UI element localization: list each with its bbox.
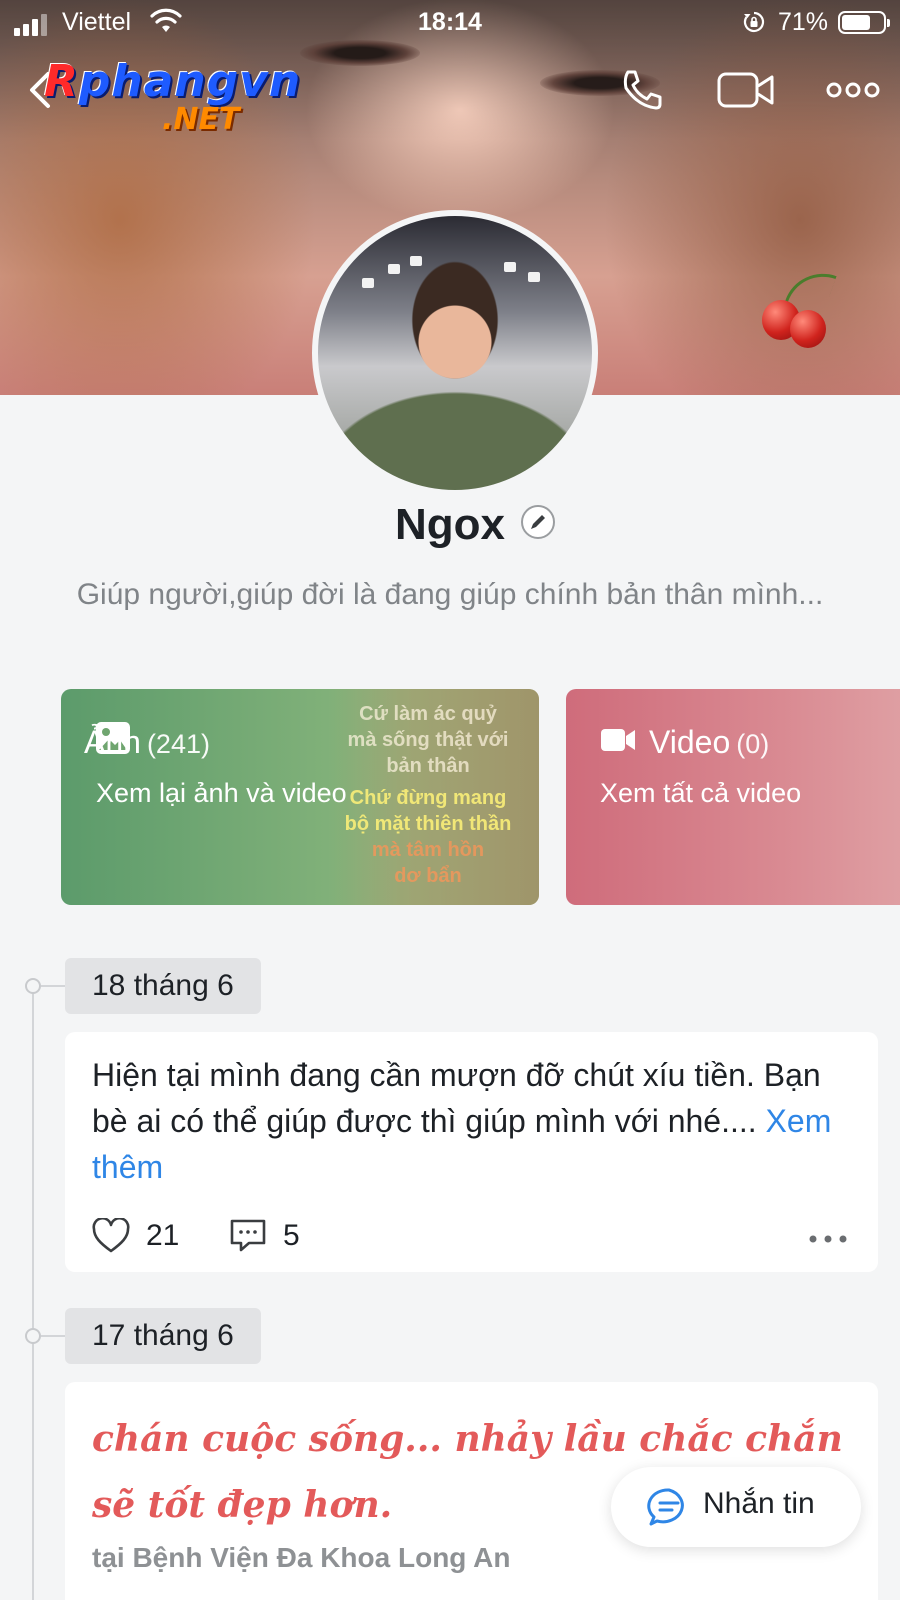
comment-button[interactable]: 5: [229, 1218, 300, 1254]
heart-icon: [92, 1218, 130, 1253]
timeline-dot: [25, 978, 41, 994]
post-location[interactable]: tại Bệnh Viện Đa Khoa Long An: [92, 1542, 510, 1574]
timeline-connector: [41, 1335, 65, 1337]
phone-icon[interactable]: [618, 66, 666, 114]
comment-count: 5: [283, 1219, 300, 1252]
watermark-main: Rphangvn: [44, 56, 302, 107]
timeline-connector: [41, 985, 65, 987]
comment-icon: [230, 1219, 266, 1252]
profile-bio: Giúp người,giúp đời là đang giúp chính b…: [76, 578, 824, 611]
cherry-sticker: [790, 310, 826, 348]
like-count: 21: [146, 1219, 180, 1252]
post-text: Hiện tại mình đang cần mượn đỡ chút xíu …: [92, 1057, 832, 1185]
avatar[interactable]: [312, 210, 598, 496]
rotation-lock-icon: [743, 11, 765, 33]
profile-name: Ngox: [395, 500, 505, 549]
edit-name-icon[interactable]: [520, 504, 556, 540]
videos-subtitle: Xem tất cả video: [600, 778, 802, 808]
message-button-label: Nhắn tin: [703, 1487, 815, 1520]
photos-title: Ảnh (241): [84, 724, 210, 760]
battery-icon: [838, 11, 890, 34]
thumbnail-text: Cứ làm ác quỷ mà sống thật với bản thân …: [344, 703, 512, 887]
like-button[interactable]: 21: [92, 1218, 179, 1254]
more-icon[interactable]: [826, 78, 880, 102]
post-options-icon[interactable]: [808, 1234, 848, 1244]
video-call-icon[interactable]: [716, 66, 776, 114]
chat-icon: [647, 1488, 684, 1526]
post-card[interactable]: Hiện tại mình đang cần mượn đỡ chút xíu …: [65, 1032, 878, 1272]
photos-subtitle: Xem lại ảnh và video: [96, 778, 347, 808]
message-button[interactable]: Nhắn tin: [611, 1467, 861, 1547]
status-bar: Viettel 18:14 71%: [0, 0, 900, 44]
timeline-dot: [25, 1328, 41, 1344]
date-chip: 18 tháng 6: [65, 958, 261, 1014]
watermark-logo: Rphangvn .NET: [44, 56, 324, 140]
video-icon: [601, 729, 635, 751]
battery-percent: 71%: [778, 8, 829, 36]
photo-thumbnail: Cứ làm ác quỷ mà sống thật với bản thân …: [329, 689, 539, 905]
watermark-sub: .NET: [162, 102, 240, 137]
date-chip: 17 tháng 6: [65, 1308, 261, 1364]
videos-title: Video (0): [649, 724, 770, 760]
timeline-line: [32, 985, 34, 1600]
